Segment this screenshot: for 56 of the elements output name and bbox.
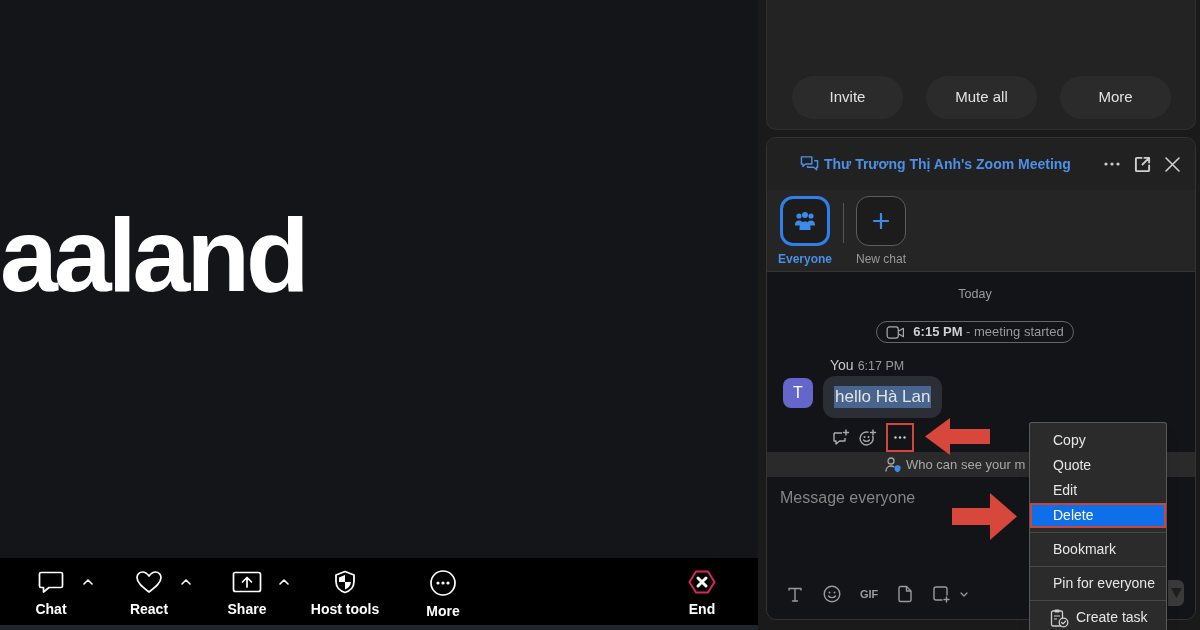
arrow-left-icon [925,418,990,455]
emoji-icon[interactable] [823,585,841,603]
date-divider: Today [957,286,993,302]
arrow-right-icon [952,493,1017,540]
sender-name: You [830,357,854,373]
panel-button[interactable]: More [1060,76,1171,119]
message-text: hello Hà Lan [834,386,932,408]
event-text: 6:15 PM - meeting started [913,323,1064,342]
react-button[interactable]: React [119,558,179,618]
chat-bubble-icon [38,570,64,594]
heart-icon [135,570,163,594]
caret-down-icon[interactable] [960,591,969,597]
send-icon [1171,588,1182,598]
person-shield-icon [885,456,902,473]
more-icon [894,436,906,439]
panel-button[interactable]: Invite [792,76,903,119]
message-time: 6:17 PM [857,358,905,374]
more-icon [430,570,456,596]
menu-item[interactable]: Bookmark [1030,537,1166,562]
file-icon[interactable] [897,585,914,603]
end-button[interactable]: End [672,558,732,618]
close-icon[interactable] [1165,156,1180,172]
menu-item[interactable]: Copy [1030,428,1166,453]
add-reaction-icon[interactable] [859,429,877,446]
avatar: T [783,378,813,408]
menu-item[interactable]: Edit [1030,478,1166,503]
plus-icon [856,196,907,246]
menu-item[interactable]: Quote [1030,453,1166,478]
caret-up-icon[interactable] [181,579,191,585]
chat-title: Thư Trương Thị Anh's Zoom Meeting [824,154,1071,174]
menu-item[interactable]: Pin for everyone [1030,571,1166,596]
video-caption: aaland [0,203,306,307]
recipient-tab[interactable]: Everyone [778,196,833,266]
share-button[interactable]: Share [217,558,277,618]
text-format-icon[interactable] [786,585,804,603]
panel-button[interactable]: Mute all [926,76,1037,119]
caret-up-icon[interactable] [83,579,93,585]
shield-icon [334,570,356,594]
video-camera-icon [886,325,906,339]
people-icon [780,196,830,246]
host-tools-button[interactable]: Host tools [310,558,380,618]
more-options-icon[interactable] [1104,162,1120,166]
menu-item[interactable]: Delete [1030,503,1166,528]
privacy-notice: Who can see your m [906,455,1026,474]
reply-icon[interactable] [832,429,850,446]
chat-button[interactable]: Chat [21,558,81,618]
more-button[interactable]: More [413,558,473,620]
pop-out-icon[interactable] [1134,155,1151,173]
share-screen-icon [232,570,262,594]
screenshot-icon[interactable] [932,585,951,603]
gif-button[interactable]: GIF [860,588,879,600]
hexagon-x-icon [688,570,716,594]
caret-up-icon[interactable] [279,579,289,585]
recipient-tab[interactable]: New chat [855,196,908,266]
message-more-button[interactable] [886,423,914,452]
chat-bubbles-icon [800,155,819,173]
